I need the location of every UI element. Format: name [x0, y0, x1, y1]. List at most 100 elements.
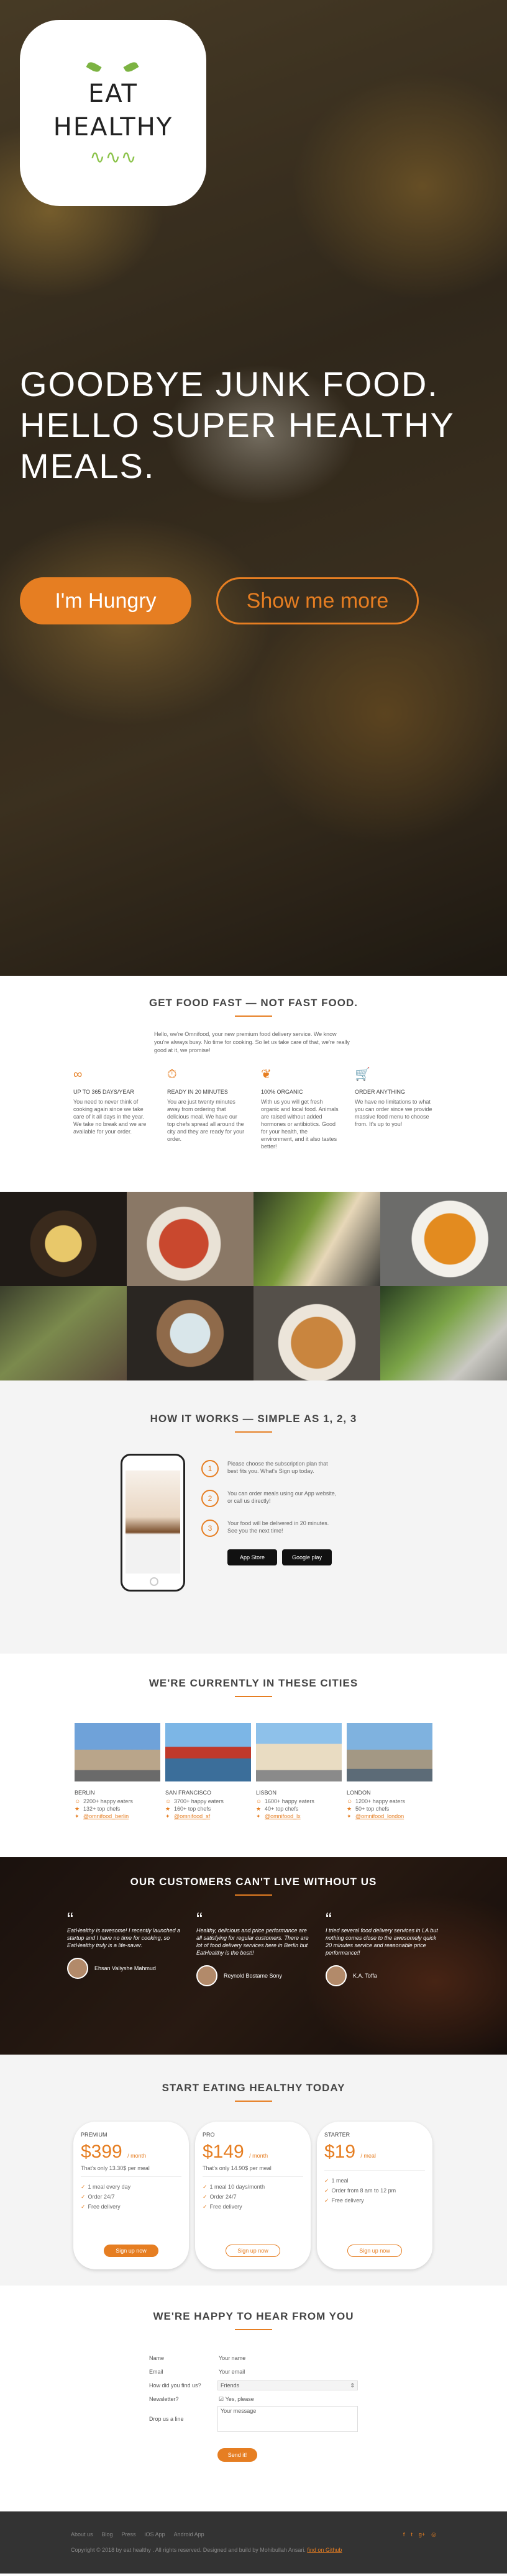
- city-twitter-link[interactable]: @omnifood_london: [355, 1813, 404, 1820]
- testimonial: “ Healthy, delicious and price performan…: [196, 1909, 311, 1986]
- quote-mark-icon: “: [196, 1909, 203, 1930]
- city-twitter-link[interactable]: @omnifood_lx: [265, 1813, 301, 1820]
- plans-title: Start eating healthy today: [0, 2082, 507, 2102]
- plans-list: PREMIUM $399 / month That's only 13.30$ …: [73, 2122, 434, 2269]
- city-item: LISBON ☺ 1600+ happy eaters ★ 40+ top chef…: [256, 1723, 342, 1820]
- twitter-icon: ✦: [75, 1813, 80, 1819]
- feature-text: You need to never think of cooking again…: [73, 1099, 147, 1135]
- person-icon: ☺: [347, 1798, 353, 1804]
- footer-link-press[interactable]: Press: [122, 2531, 136, 2538]
- city-users: 3700+ happy eaters: [174, 1798, 224, 1804]
- feature-item: ∞ UP TO 365 DAYS/YEAR You need to never …: [73, 1068, 152, 1150]
- contact-section: We're happy to hear from you Name Your na…: [0, 2286, 507, 2511]
- swirl-icon: ∿∿∿: [89, 146, 137, 168]
- city-item: LONDON ☺ 1200+ happy eaters ★ 50+ top chef…: [347, 1723, 432, 1820]
- footer-link-blog[interactable]: Blog: [102, 2531, 113, 2538]
- feature-item: 🛒 ORDER ANYTHING We have no limitations …: [355, 1068, 434, 1150]
- plan-feature: ✓ Free delivery: [81, 2204, 121, 2210]
- email-field[interactable]: Your email: [217, 2367, 358, 2377]
- meal-photo[interactable]: [254, 1192, 380, 1286]
- star-icon: ★: [256, 1806, 262, 1812]
- plan-feature: ✓ Order from 8 am to 12 pm: [324, 2187, 396, 2194]
- message-field[interactable]: Your message: [217, 2406, 358, 2432]
- logo-text-eat: EAT: [88, 79, 138, 108]
- step-number: 1: [201, 1460, 219, 1477]
- stopwatch-icon: ⏱: [167, 1068, 177, 1081]
- city-twitter-link[interactable]: @omnifood_berlin: [83, 1813, 129, 1820]
- newsletter-checkbox[interactable]: ☑ Yes, please: [217, 2394, 358, 2404]
- city-twitter-link[interactable]: @omnifood_sf: [174, 1813, 210, 1820]
- logo[interactable]: EAT HEALTHY ∿∿∿: [20, 20, 206, 206]
- city-name: LONDON: [347, 1790, 371, 1796]
- step-number: 3: [201, 1520, 219, 1537]
- meal-photo[interactable]: [127, 1192, 254, 1286]
- check-icon: ✓: [324, 2187, 329, 2194]
- testimonial: “ I tried several food delivery services…: [326, 1909, 440, 1986]
- step-item: 2 You can order meals using our App webs…: [201, 1490, 390, 1507]
- city-chefs: 40+ top chefs: [265, 1806, 299, 1812]
- leaf-icon: ❦: [261, 1068, 272, 1081]
- cities-title: We're currently in these cities: [0, 1677, 507, 1697]
- send-button[interactable]: Send it!: [217, 2448, 257, 2462]
- im-hungry-button[interactable]: I'm Hungry: [20, 577, 191, 624]
- footer-link-about[interactable]: About us: [71, 2531, 93, 2538]
- plan-name: PREMIUM: [81, 2132, 107, 2138]
- app-store-badge[interactable]: App Store: [227, 1549, 277, 1565]
- meal-photo[interactable]: [0, 1286, 127, 1380]
- twitter-icon[interactable]: t: [411, 2531, 413, 2538]
- testimonials-section: Our customers can't live without us “ Ea…: [0, 1857, 507, 2055]
- footer-link-ios[interactable]: iOS App: [145, 2531, 165, 2538]
- find-us-select[interactable]: Friends ⇕: [217, 2380, 358, 2390]
- quote-mark-icon: “: [67, 1909, 73, 1930]
- avatar: [196, 1965, 217, 1986]
- meals-gallery: [0, 1192, 507, 1380]
- copyright: Copyright © 2018 by eat healthy . All ri…: [71, 2547, 342, 2553]
- contact-form: Name Your name Email Your email How did yo…: [149, 2351, 358, 2462]
- social-links: f t g+ ◎: [403, 2531, 436, 2538]
- plan-card: STARTER $19 / meal ✓ 1 meal ✓ Order from 8…: [317, 2122, 432, 2269]
- meal-photo[interactable]: [0, 1192, 127, 1286]
- meal-photo[interactable]: [380, 1286, 507, 1380]
- plan-name: PRO: [203, 2132, 215, 2138]
- features-list: ∞ UP TO 365 DAYS/YEAR You need to never …: [73, 1068, 434, 1150]
- check-icon: ✓: [81, 2204, 86, 2210]
- name-label: Name: [149, 2355, 165, 2361]
- cities-list: BERLIN ☺ 2200+ happy eaters ★ 132+ top che…: [75, 1723, 432, 1820]
- plan-name: STARTER: [324, 2132, 350, 2138]
- instagram-icon[interactable]: ◎: [431, 2531, 436, 2538]
- step-text: Your food will be delivered in 20 minute…: [227, 1520, 329, 1534]
- meal-photo[interactable]: [127, 1286, 254, 1380]
- show-more-button[interactable]: Show me more: [216, 577, 419, 624]
- chevron-down-icon: ⇕: [350, 2382, 355, 2389]
- step-item: 1 Please choose the subscription plan th…: [201, 1460, 390, 1477]
- sign-up-button[interactable]: Sign up now: [347, 2245, 402, 2257]
- meal-photo[interactable]: [380, 1192, 507, 1286]
- city-photo: [165, 1723, 251, 1781]
- feature-heading: ORDER ANYTHING: [355, 1089, 406, 1095]
- name-field[interactable]: Your name: [217, 2353, 358, 2363]
- hero-section: EAT HEALTHY ∿∿∿ GOODBYE JUNK FOOD. HELLO…: [0, 0, 507, 976]
- newsletter-label: Newsletter?: [149, 2396, 179, 2402]
- check-icon: ✓: [81, 2184, 86, 2190]
- google-plus-icon[interactable]: g+: [419, 2531, 425, 2538]
- facebook-icon[interactable]: f: [403, 2531, 405, 2538]
- testimonial: “ EatHealthy is awesome! I recently laun…: [67, 1909, 181, 1986]
- plan-per-meal: That's only 13.30$ per meal: [81, 2165, 181, 2177]
- sign-up-button[interactable]: Sign up now: [104, 2245, 158, 2257]
- city-photo: [75, 1723, 160, 1781]
- meal-photo[interactable]: [254, 1286, 380, 1380]
- sign-up-button[interactable]: Sign up now: [226, 2245, 280, 2257]
- city-chefs: 50+ top chefs: [355, 1806, 390, 1812]
- footer-link-android[interactable]: Android App: [174, 2531, 204, 2538]
- quote-mark-icon: “: [326, 1909, 332, 1930]
- github-link[interactable]: find on Github: [307, 2547, 342, 2553]
- plan-price: $149: [203, 2141, 244, 2162]
- plan-feature: ✓ Free delivery: [324, 2197, 364, 2204]
- feature-heading: 100% ORGANIC: [261, 1089, 303, 1095]
- plan-feature: ✓ 1 meal: [324, 2177, 349, 2184]
- city-chefs: 160+ top chefs: [174, 1806, 211, 1812]
- twitter-icon: ✦: [165, 1813, 170, 1819]
- google-play-badge[interactable]: Google play: [282, 1549, 332, 1565]
- plan-card: PRO $149 / month That's only 14.90$ per …: [195, 2122, 311, 2269]
- hero-buttons: I'm Hungry Show me more: [20, 577, 419, 624]
